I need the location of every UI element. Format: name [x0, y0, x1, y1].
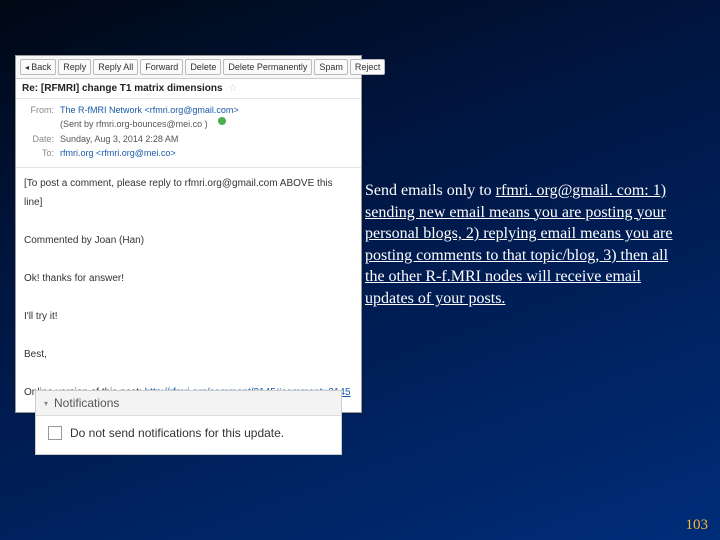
star-icon[interactable]: ☆	[228, 83, 237, 94]
collapse-icon: ▾	[44, 399, 48, 408]
delete-button[interactable]: Delete	[185, 59, 221, 75]
back-button[interactable]: Back	[20, 59, 56, 75]
email-headers: From: The R-fMRI Network <rfmri.org@gmai…	[16, 99, 361, 168]
notify-checkbox-label: Do not send notifications for this updat…	[70, 426, 284, 440]
from-label: From:	[24, 103, 54, 117]
date-value: Sunday, Aug 3, 2014 2:28 AM	[60, 132, 178, 146]
forward-button[interactable]: Forward	[140, 59, 183, 75]
spam-button[interactable]: Spam	[314, 59, 348, 75]
body-line1: Ok! thanks for answer!	[24, 269, 353, 288]
notifications-title: Notifications	[54, 396, 119, 410]
sent-by: (Sent by rfmri.org-bounces@mei.co )	[60, 117, 208, 131]
presence-icon	[218, 117, 226, 125]
notifications-body: Do not send notifications for this updat…	[36, 416, 341, 454]
slide-text: Send emails only to rfmri. org@gmail. co…	[365, 180, 690, 310]
date-label: Date:	[24, 132, 54, 146]
notify-checkbox[interactable]	[48, 426, 62, 440]
body-signoff: Best,	[24, 345, 353, 364]
side-lead: Send emails only to	[365, 182, 496, 199]
reject-button[interactable]: Reject	[350, 59, 386, 75]
to-label: To:	[24, 146, 54, 160]
reply-button[interactable]: Reply	[58, 59, 91, 75]
body-line2: I'll try it!	[24, 307, 353, 326]
body-commented: Commented by Joan (Han)	[24, 231, 353, 250]
from-value: The R-fMRI Network <rfmri.org@gmail.com>	[60, 103, 239, 117]
side-rest: 1) sending new email means you are posti…	[365, 182, 672, 307]
side-email: rfmri. org@gmail. com:	[496, 182, 653, 199]
delete-permanently-button[interactable]: Delete Permanently	[223, 59, 312, 75]
body-notice: [To post a comment, please reply to rfmr…	[24, 174, 353, 212]
email-toolbar: Back Reply Reply All Forward Delete Dele…	[16, 56, 361, 79]
email-panel: Back Reply Reply All Forward Delete Dele…	[15, 55, 362, 413]
notifications-header[interactable]: ▾ Notifications	[36, 391, 341, 416]
subject-text: Re: [RFMRI] change T1 matrix dimensions	[22, 83, 223, 94]
to-value: rfmri.org <rfmri.org@mei.co>	[60, 146, 176, 160]
page-number: 103	[686, 517, 709, 534]
email-body: [To post a comment, please reply to rfmr…	[16, 168, 361, 412]
reply-all-button[interactable]: Reply All	[93, 59, 138, 75]
notifications-panel: ▾ Notifications Do not send notification…	[35, 390, 342, 455]
email-subject: Re: [RFMRI] change T1 matrix dimensions …	[16, 79, 361, 99]
